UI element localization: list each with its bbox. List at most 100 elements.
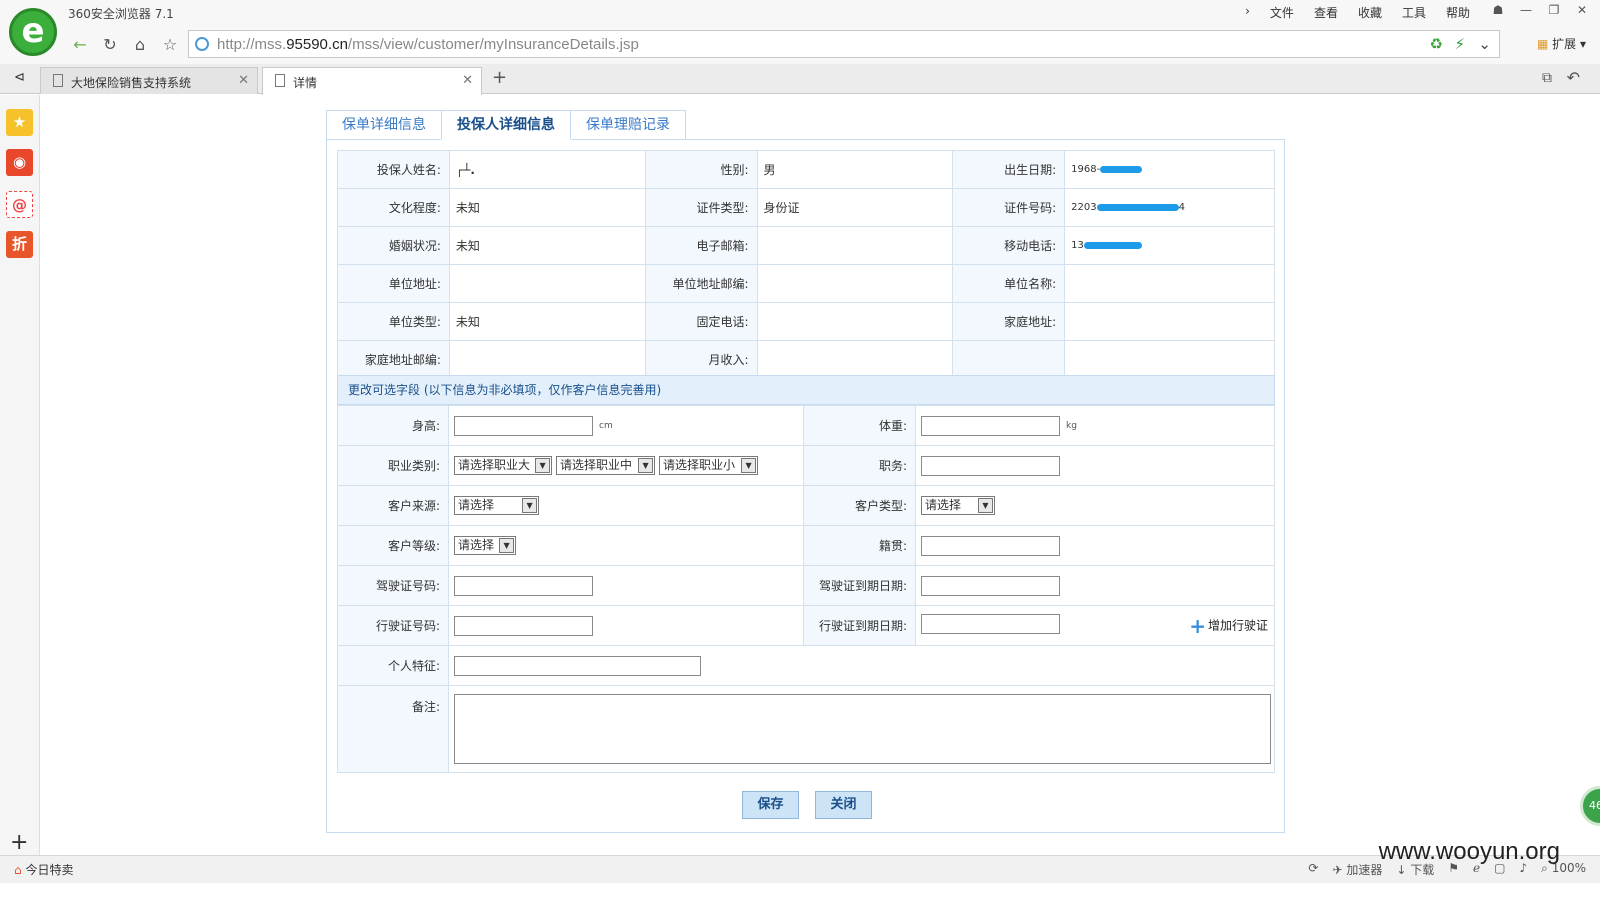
occupation-major-select[interactable]: 请选择职业大 ▼ xyxy=(454,456,553,475)
home-icon[interactable]: ⌂ xyxy=(127,32,153,58)
dropdown-arrow-icon: ▼ xyxy=(499,538,515,553)
table-row: 个人特征: xyxy=(336,645,1275,686)
driver-license-expiry-cell xyxy=(915,565,1275,606)
restore-window-icon[interactable]: ⧉ xyxy=(1542,70,1552,86)
skin-icon[interactable]: ☗ xyxy=(1484,0,1512,22)
vehicle-license-input[interactable] xyxy=(454,615,594,636)
new-tab-plus-icon[interactable]: + xyxy=(492,67,507,88)
work-zip-value xyxy=(756,264,954,303)
height-input[interactable] xyxy=(454,415,594,436)
security-check-icon[interactable]: ♻ xyxy=(1430,35,1443,53)
plus-icon: + xyxy=(1189,613,1206,638)
undo-close-icon[interactable]: ↶ xyxy=(1567,68,1580,87)
id-type-value: 身份证 xyxy=(756,188,954,227)
optional-fields-header: 更改可选字段 (以下信息为非必填项，仅作客户信息完善用) xyxy=(337,375,1275,405)
gender-label: 性别: xyxy=(644,150,758,189)
job-title-cell xyxy=(915,445,1275,486)
star-icon[interactable]: ☆ xyxy=(157,32,183,58)
empty-value xyxy=(1064,340,1275,379)
height-label: 身高: xyxy=(336,405,450,446)
remark-label: 备注: xyxy=(336,685,450,773)
menu-tools[interactable]: 工具 xyxy=(1392,4,1436,21)
income-label: 月收入: xyxy=(644,340,758,379)
document-icon xyxy=(53,74,63,87)
redaction-mark xyxy=(1096,203,1179,211)
extensions-button[interactable]: ▦ 扩展 ▾ xyxy=(1537,35,1586,52)
action-buttons: 保存 关闭 xyxy=(742,791,872,819)
weight-label: 体重: xyxy=(803,405,916,446)
add-sidebar-plus-icon[interactable]: + xyxy=(10,830,28,855)
chevron-right-icon[interactable]: › xyxy=(1235,4,1260,21)
url-text[interactable]: http://mss.95590.cn/mss/view/customer/my… xyxy=(217,36,639,53)
shop-icon: ⌂ xyxy=(14,863,22,877)
job-title-input[interactable] xyxy=(921,455,1060,476)
occupation-middle-select[interactable]: 请选择职业中 ▼ xyxy=(556,456,656,475)
menu-file[interactable]: 文件 xyxy=(1260,4,1304,21)
remark-textarea[interactable] xyxy=(454,694,1272,764)
vehicle-license-cell xyxy=(448,605,805,646)
accelerator-button[interactable]: ✈ 加速器 xyxy=(1332,861,1382,878)
browser-logo-icon[interactable]: e xyxy=(9,8,57,56)
home-zip-value xyxy=(448,340,646,379)
home-address-label: 家庭地址: xyxy=(952,302,1066,341)
maximize-button[interactable]: ❐ xyxy=(1540,0,1568,22)
weight-cell: kg xyxy=(915,405,1275,446)
customer-type-select[interactable]: 请选择 ▼ xyxy=(921,496,995,515)
table-row: 备注: xyxy=(336,685,1275,773)
weight-input[interactable] xyxy=(921,415,1060,436)
occupation-minor-select[interactable]: 请选择职业小 ▼ xyxy=(659,456,759,475)
chevron-down-icon[interactable]: ⌄ xyxy=(1478,35,1491,53)
customer-level-select[interactable]: 请选择 ▼ xyxy=(454,536,517,555)
tab-details[interactable]: 详情 ✕ xyxy=(262,67,482,95)
vehicle-license-expiry-input[interactable] xyxy=(921,613,1060,634)
close-window-button[interactable]: ✕ xyxy=(1568,0,1596,22)
menu-favorites[interactable]: 收藏 xyxy=(1348,4,1392,21)
height-unit: cm xyxy=(599,420,613,431)
minimize-button[interactable]: — xyxy=(1512,0,1540,22)
refresh-icon[interactable]: ↻ xyxy=(97,32,123,58)
tab-claims-records[interactable]: 保单理赔记录 xyxy=(570,110,686,140)
add-vehicle-license-button[interactable]: + 增加行驶证 xyxy=(1189,614,1268,638)
sidebar-toggle-icon[interactable]: ⊲ xyxy=(14,70,25,85)
close-tab-icon[interactable]: ✕ xyxy=(238,73,249,88)
table-row: 驾驶证号码: 驾驶证到期日期: xyxy=(336,565,1275,606)
lightning-icon[interactable]: ⚡ xyxy=(1454,35,1465,53)
menu-help[interactable]: 帮助 xyxy=(1436,4,1480,21)
driver-license-expiry-input[interactable] xyxy=(921,575,1060,596)
title-bar: 360安全浏览器 7.1 › 文件 查看 收藏 工具 帮助 ☗ — ❐ ✕ xyxy=(0,0,1600,26)
driver-license-cell xyxy=(448,565,805,606)
daily-deals-link[interactable]: ⌂ 今日特卖 xyxy=(14,861,73,878)
favorites-star-icon[interactable]: ★ xyxy=(6,109,33,136)
close-tab-icon[interactable]: ✕ xyxy=(462,73,473,88)
network-icon[interactable]: ⟳ xyxy=(1308,861,1318,878)
tab-policy-details[interactable]: 保单详细信息 xyxy=(326,110,442,140)
customer-level-cell: 请选择 ▼ xyxy=(448,525,805,566)
home-zip-label: 家庭地址邮编: xyxy=(337,340,450,379)
native-place-input[interactable] xyxy=(921,535,1060,556)
email-at-icon[interactable]: @ xyxy=(6,191,33,218)
close-button[interactable]: 关闭 xyxy=(815,791,872,819)
source-label: 客户来源: xyxy=(336,485,450,526)
address-bar[interactable]: http://mss.95590.cn/mss/view/customer/my… xyxy=(188,30,1500,58)
personal-feature-input[interactable] xyxy=(454,655,702,676)
discount-icon[interactable]: 折 xyxy=(6,231,33,258)
site-globe-icon xyxy=(195,37,209,51)
policyholder-info-table: 投保人姓名: ┌┴. 性别: 男 出生日期: 1968- 文化程度: 未知 证件… xyxy=(337,150,1275,379)
save-button[interactable]: 保存 xyxy=(742,791,799,819)
tab-policyholder-details[interactable]: 投保人详细信息 xyxy=(441,110,571,140)
table-row: 职业类别: 请选择职业大 ▼ 请选择职业中 ▼ 请选择职业小 ▼ 职务: xyxy=(336,445,1275,486)
table-row: 投保人姓名: ┌┴. 性别: 男 出生日期: 1968- xyxy=(337,150,1275,189)
weibo-icon[interactable]: ◉ xyxy=(6,149,33,176)
vehicle-license-label: 行驶证号码: xyxy=(336,605,450,646)
id-number-label: 证件号码: xyxy=(952,188,1066,227)
work-type-value: 未知 xyxy=(448,302,646,341)
menu-view[interactable]: 查看 xyxy=(1304,4,1348,21)
work-name-value xyxy=(1064,264,1275,303)
left-sidebar: ★ ◉ @ 折 + xyxy=(0,95,40,873)
work-type-label: 单位类型: xyxy=(337,302,450,341)
tab-sales-system[interactable]: 大地保险销售支持系统 ✕ xyxy=(40,67,258,94)
driver-license-input[interactable] xyxy=(454,575,594,596)
redaction-mark xyxy=(1083,241,1142,249)
back-arrow-icon[interactable]: ← xyxy=(67,32,93,58)
customer-source-select[interactable]: 请选择 ▼ xyxy=(454,496,540,515)
